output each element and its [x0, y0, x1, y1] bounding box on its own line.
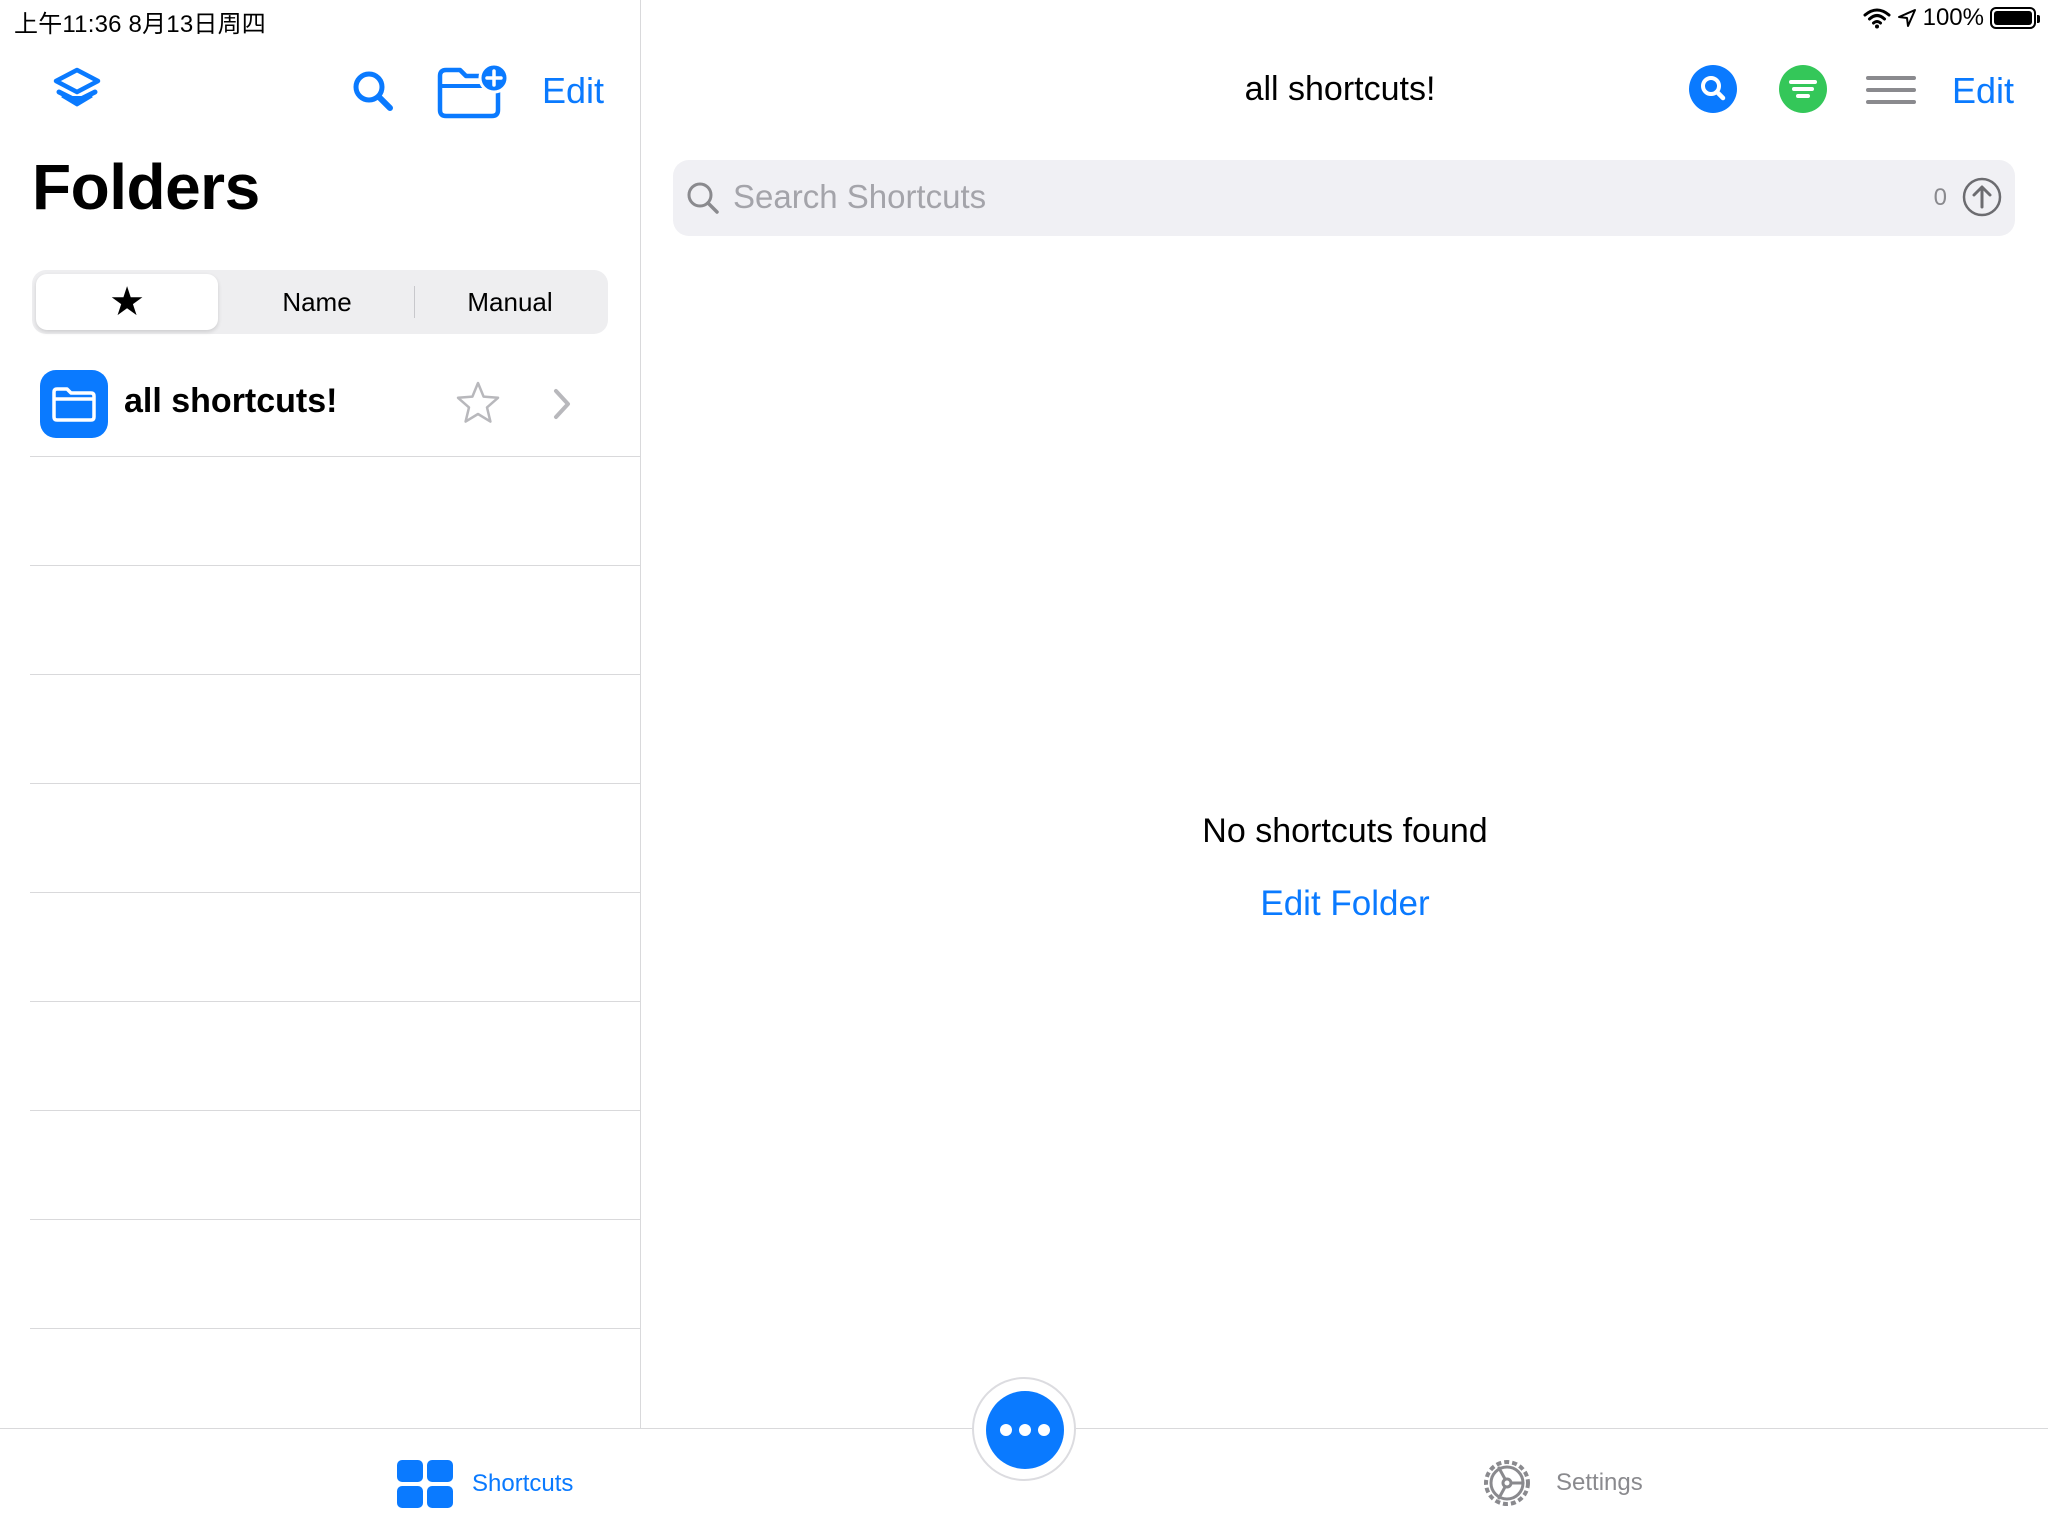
menu-icon[interactable]: [1866, 74, 1916, 106]
wifi-icon: [1863, 8, 1891, 29]
sort-segmented-control: ★ Name Manual: [32, 270, 608, 334]
row-separator: [30, 783, 640, 784]
search-icon[interactable]: [350, 68, 396, 114]
row-separator: [30, 892, 640, 893]
battery-percent: 100%: [1922, 4, 1984, 31]
folder-name: all shortcuts!: [124, 382, 338, 420]
tab-shortcuts[interactable]: Shortcuts: [396, 1458, 573, 1510]
upload-arrow-icon[interactable]: [1961, 176, 2003, 223]
tab-shortcuts-label: Shortcuts: [472, 1470, 574, 1497]
chevron-right-icon: [552, 388, 572, 425]
page-title: Folders: [32, 151, 260, 223]
tab-settings[interactable]: Settings: [1478, 1454, 1643, 1512]
star-icon: ★: [109, 280, 145, 324]
row-separator: [30, 1110, 640, 1111]
row-separator: [30, 565, 640, 566]
row-separator: [30, 456, 640, 457]
sort-name-segment[interactable]: Name: [220, 274, 414, 330]
gear-icon: [1484, 1460, 1530, 1506]
new-folder-icon[interactable]: [436, 62, 510, 120]
right-edit-button[interactable]: Edit: [1952, 70, 2014, 112]
layers-icon[interactable]: [52, 66, 102, 116]
tab-settings-label: Settings: [1556, 1469, 1643, 1496]
status-time-date: 上午11:36 8月13日周四: [14, 11, 266, 38]
row-separator: [30, 674, 640, 675]
folder-title: all shortcuts!: [1244, 70, 1436, 108]
ellipsis-icon: [1000, 1424, 1050, 1436]
edit-folder-link[interactable]: Edit Folder: [1150, 884, 1540, 924]
segment-separator: [414, 286, 415, 318]
row-separator: [30, 1219, 640, 1220]
sort-manual-label: Manual: [467, 286, 553, 317]
empty-state-message: No shortcuts found: [1202, 812, 1488, 850]
folder-icon: [40, 370, 108, 438]
more-actions-button[interactable]: [986, 1391, 1064, 1469]
favorite-star-icon[interactable]: [454, 380, 502, 431]
search-placeholder: Search Shortcuts: [733, 178, 987, 215]
status-indicators: 100%: [1863, 4, 2040, 32]
grid-icon: [397, 1460, 453, 1508]
search-field[interactable]: Search Shortcuts 0: [673, 160, 2015, 236]
row-separator: [30, 1001, 640, 1002]
sort-favorites-segment[interactable]: ★: [36, 274, 218, 330]
left-edit-button[interactable]: Edit: [542, 70, 604, 112]
result-count: 0: [1933, 184, 1947, 211]
search-circle-icon[interactable]: [1688, 64, 1738, 114]
sort-manual-segment[interactable]: Manual: [416, 274, 604, 330]
split-divider: [640, 0, 641, 1428]
search-icon: [685, 180, 721, 221]
row-separator: [30, 1328, 640, 1329]
location-arrow-icon: [1897, 9, 1916, 27]
folder-row[interactable]: all shortcuts!: [30, 362, 640, 456]
battery-icon: [1990, 7, 2040, 29]
filter-icon[interactable]: [1778, 64, 1828, 114]
sort-name-label: Name: [282, 286, 352, 317]
